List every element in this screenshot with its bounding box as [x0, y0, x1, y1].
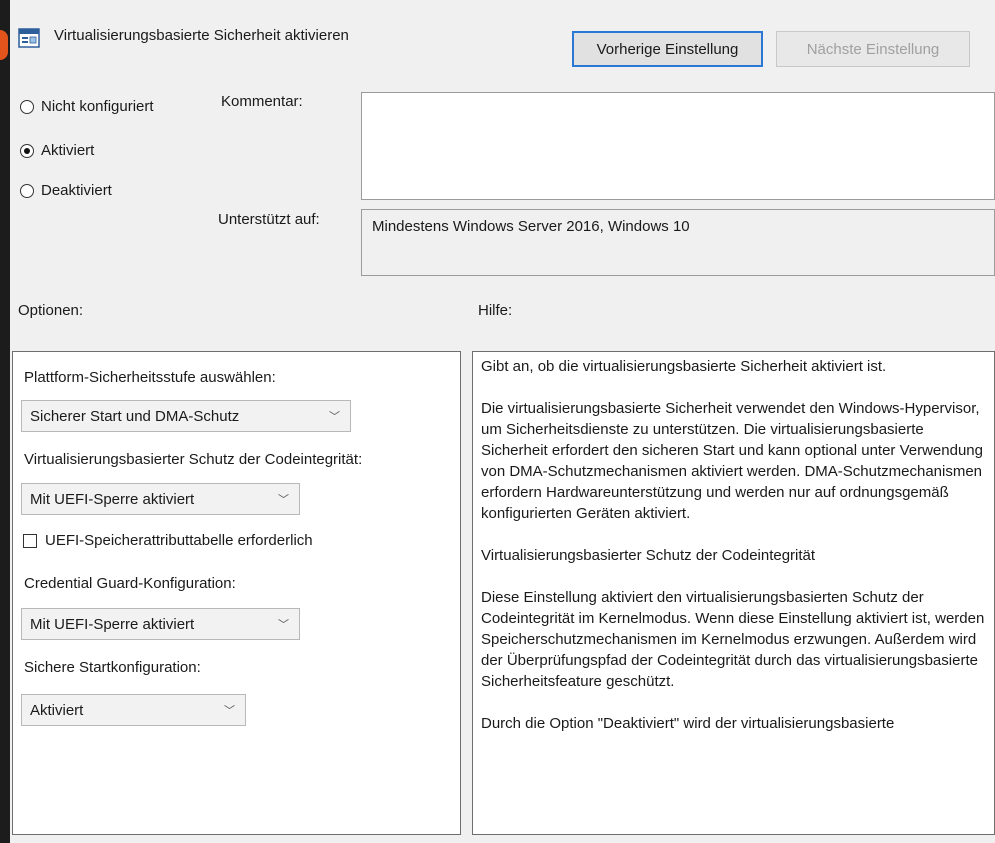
- chevron-down-icon: ﹀: [278, 619, 289, 631]
- radio-label: Deaktiviert: [41, 182, 112, 199]
- chevron-down-icon: ﹀: [224, 705, 235, 717]
- radio-disabled[interactable]: Deaktiviert: [20, 182, 112, 199]
- policy-setting-icon: [18, 28, 40, 48]
- secure-launch-label: Sichere Startkonfiguration:: [24, 659, 201, 676]
- uefi-table-label: UEFI-Speicherattributtabelle erforderlic…: [45, 532, 313, 549]
- supported-on-field: Mindestens Windows Server 2016, Windows …: [361, 209, 995, 276]
- comment-textarea[interactable]: [361, 92, 995, 200]
- secure-launch-dropdown[interactable]: Aktiviert ﹀: [21, 694, 246, 726]
- uefi-table-checkbox[interactable]: [23, 533, 37, 548]
- platform-security-dropdown[interactable]: Sicherer Start und DMA-Schutz ﹀: [21, 400, 351, 432]
- chevron-down-icon: ﹀: [278, 494, 289, 506]
- help-text: Gibt an, ob die virtualisierungsbasierte…: [473, 352, 994, 734]
- platform-security-label: Plattform-Sicherheitsstufe auswählen:: [24, 369, 276, 386]
- radio-circle[interactable]: [20, 99, 34, 114]
- help-paragraph: Die virtualisierungsbasierte Sicherheit …: [481, 400, 983, 522]
- radio-circle[interactable]: [20, 183, 34, 198]
- help-paragraph: Gibt an, ob die virtualisierungsbasierte…: [481, 358, 887, 375]
- help-panel[interactable]: Gibt an, ob die virtualisierungsbasierte…: [472, 351, 995, 835]
- radio-not-configured[interactable]: Nicht konfiguriert: [20, 98, 154, 115]
- radio-enabled[interactable]: Aktiviert: [20, 142, 94, 159]
- radio-label: Nicht konfiguriert: [41, 98, 154, 115]
- code-integrity-dropdown[interactable]: Mit UEFI-Sperre aktiviert ﹀: [21, 483, 300, 515]
- comment-label: Kommentar:: [221, 93, 303, 110]
- dropdown-value: Mit UEFI-Sperre aktiviert: [30, 615, 195, 633]
- background-app-badge: [0, 30, 8, 60]
- options-panel: Plattform-Sicherheitsstufe auswählen: Si…: [12, 351, 461, 835]
- background-window-edge: [0, 0, 10, 843]
- dropdown-value: Sicherer Start und DMA-Schutz: [30, 407, 240, 425]
- dropdown-value: Mit UEFI-Sperre aktiviert: [30, 490, 195, 508]
- dialog-title: Virtualisierungsbasierte Sicherheit akti…: [54, 27, 349, 44]
- next-setting-button[interactable]: Nächste Einstellung: [776, 31, 970, 67]
- help-paragraph: Virtualisierungsbasierter Schutz der Cod…: [481, 547, 816, 564]
- uefi-table-checkbox-row[interactable]: UEFI-Speicherattributtabelle erforderlic…: [23, 532, 313, 549]
- code-integrity-label: Virtualisierungsbasierter Schutz der Cod…: [24, 451, 363, 468]
- options-heading: Optionen:: [18, 302, 84, 319]
- radio-circle-checked[interactable]: [20, 143, 34, 158]
- help-paragraph: Durch die Option "Deaktiviert" wird der …: [481, 715, 895, 732]
- dropdown-value: Aktiviert: [30, 701, 84, 719]
- help-paragraph: Diese Einstellung aktiviert den virtuali…: [481, 589, 985, 690]
- radio-label: Aktiviert: [41, 142, 95, 159]
- previous-setting-button[interactable]: Vorherige Einstellung: [572, 31, 763, 67]
- chevron-down-icon: ﹀: [329, 411, 340, 423]
- supported-on-label: Unterstützt auf:: [218, 211, 320, 228]
- credential-guard-dropdown[interactable]: Mit UEFI-Sperre aktiviert ﹀: [21, 608, 300, 640]
- credential-guard-label: Credential Guard-Konfiguration:: [24, 575, 236, 592]
- help-heading: Hilfe:: [478, 302, 513, 319]
